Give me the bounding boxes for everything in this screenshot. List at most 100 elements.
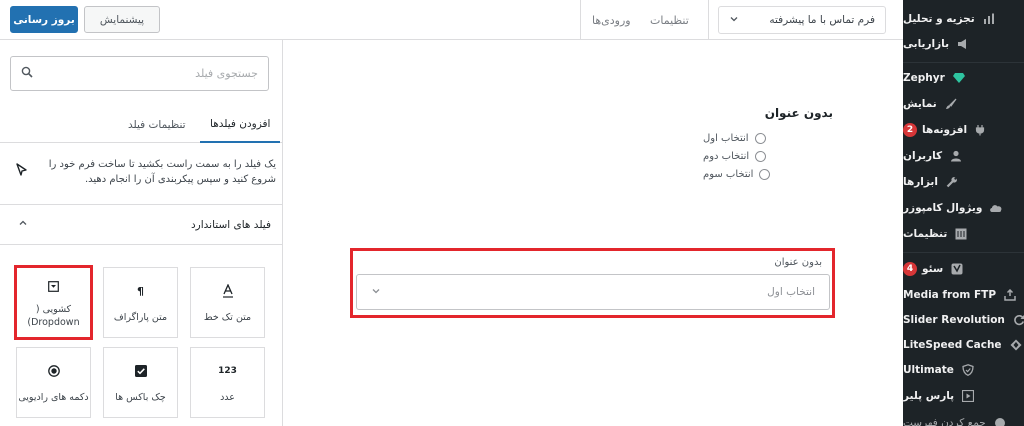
sidebar-item-visual-composer[interactable]: ویژوال کامپوزر xyxy=(903,196,1024,220)
sidebar-item-appearance[interactable]: نمایش xyxy=(903,92,1024,116)
field-card-single-line[interactable]: متن تک خط xyxy=(190,267,265,338)
sidebar-item-analytics[interactable]: تجزیه و تحلیل xyxy=(903,7,1024,31)
field-card-label: چک باکس ها xyxy=(115,392,166,403)
plugins-count-badge: 2 xyxy=(903,123,917,137)
radio-circle-icon xyxy=(755,150,767,162)
nav-entries-link[interactable]: ورودی‌ها xyxy=(592,0,631,40)
sidebar-item-users[interactable]: کاربران xyxy=(903,144,1024,168)
chevron-down-icon xyxy=(371,286,381,299)
field-card-label: عدد xyxy=(220,392,235,403)
chart-icon xyxy=(981,11,997,27)
sidebar-item-plugins[interactable]: افزونه‌ها 2 xyxy=(903,118,1024,142)
divider xyxy=(903,252,1024,253)
radio-option-label: انتخاب دوم xyxy=(703,150,750,162)
sidebar-item-slider-revolution[interactable]: Slider Revolution xyxy=(903,308,1024,332)
field-panel: جستجوی فیلد افزودن فیلدها تنظیمات فیلد ی… xyxy=(0,40,283,426)
sidebar-item-zephyr[interactable]: Zephyr xyxy=(903,66,1024,90)
admin-sidebar: تجزیه و تحلیل بازاریابی Zephyr نمایش افز… xyxy=(903,0,1024,426)
sidebar-item-marketing[interactable]: بازاریابی xyxy=(903,32,1024,56)
section-title: فیلد های استاندارد xyxy=(191,218,271,231)
tab-add-fields[interactable]: افزودن فیلدها xyxy=(200,107,281,143)
search-placeholder: جستجوی فیلد xyxy=(195,67,258,80)
sidebar-item-label: Slider Revolution xyxy=(903,314,1005,326)
sidebar-item-ultimate[interactable]: Ultimate xyxy=(903,358,1024,382)
field-card-label: متن تک خط xyxy=(203,312,252,323)
field-card-label: دکمه های رادیویی xyxy=(18,392,89,403)
sidebar-item-label: LiteSpeed Cache xyxy=(903,339,1002,351)
chevron-down-icon xyxy=(729,14,739,27)
sidebar-item-label: پارس پلیر xyxy=(903,390,955,402)
sidebar-item-label: Ultimate xyxy=(903,364,954,376)
hint-box: یک فیلد را به سمت راست بکشید تا ساخت فرم… xyxy=(0,143,283,205)
radio-option[interactable]: انتخاب اول xyxy=(703,130,833,146)
diamond-outline-icon xyxy=(1008,337,1024,353)
radio-circle-icon xyxy=(759,168,771,180)
sidebar-item-label: کاربران xyxy=(903,150,943,162)
settings-icon xyxy=(953,226,969,242)
sidebar-item-label: نمایش xyxy=(903,98,937,110)
dropdown-field-block[interactable]: بدون عنوان انتخاب اول xyxy=(350,248,835,318)
dropdown-icon xyxy=(48,277,59,297)
diamond-icon xyxy=(951,70,967,86)
top-toolbar: بروز رسانی پیشنمایش ورودی‌ها تنظیمات فرم… xyxy=(0,0,903,40)
sidebar-item-label: ابزارها xyxy=(903,176,938,188)
form-canvas: بدون عنوان انتخاب اول انتخاب دوم انتخاب … xyxy=(283,40,903,426)
divider xyxy=(580,0,581,40)
upload-icon xyxy=(1002,287,1018,303)
checkbox-icon xyxy=(134,361,147,381)
collapse-icon xyxy=(992,415,1008,426)
yoast-icon xyxy=(949,261,965,277)
radio-icon xyxy=(47,361,60,381)
paragraph-icon: ¶ xyxy=(137,284,144,298)
field-card-dropdown[interactable]: کشویی ( Dropdown) xyxy=(14,265,93,340)
sidebar-item-label: بازاریابی xyxy=(903,38,950,50)
text-a-icon xyxy=(222,281,234,301)
chevron-up-icon xyxy=(18,218,28,231)
divider xyxy=(903,62,1024,63)
divider xyxy=(708,0,709,40)
radio-option[interactable]: انتخاب دوم xyxy=(703,148,833,164)
field-search-input[interactable]: جستجوی فیلد xyxy=(10,56,269,91)
sidebar-item-litespeed-cache[interactable]: LiteSpeed Cache xyxy=(903,333,1024,357)
form-selector-value: فرم تماس با ما پیشرفته xyxy=(769,14,875,26)
refresh-icon xyxy=(1011,312,1024,328)
dropdown-select[interactable]: انتخاب اول xyxy=(356,274,830,310)
sidebar-item-label: افزونه‌ها xyxy=(922,124,968,136)
sidebar-item-label: جمع کردن فهرست xyxy=(903,417,986,426)
sidebar-item-tools[interactable]: ابزارها xyxy=(903,170,1024,194)
radio-circle-icon xyxy=(754,132,766,144)
megaphone-icon xyxy=(955,36,971,52)
shield-icon xyxy=(960,362,976,378)
sidebar-item-label: Media from FTP xyxy=(903,289,997,301)
field-card-label: متن پاراگراف xyxy=(113,312,168,323)
form-selector[interactable]: فرم تماس با ما پیشرفته xyxy=(718,6,886,34)
sidebar-item-collapse[interactable]: جمع کردن فهرست xyxy=(903,411,1024,426)
field-card-number[interactable]: 123 عدد xyxy=(190,347,265,418)
play-icon xyxy=(960,388,976,404)
user-icon xyxy=(948,148,964,164)
radio-option[interactable]: انتخاب سوم xyxy=(703,166,833,182)
tab-field-settings[interactable]: تنظیمات فیلد xyxy=(118,107,196,143)
preview-button[interactable]: پیشنمایش xyxy=(84,6,160,33)
field-card-paragraph[interactable]: ¶ متن پاراگراف xyxy=(103,267,178,338)
dropdown-field-label: بدون عنوان xyxy=(774,257,822,268)
search-icon xyxy=(21,66,33,81)
cloud-icon xyxy=(988,200,1004,216)
publish-button[interactable]: بروز رسانی xyxy=(10,6,78,33)
standard-fields-header[interactable]: فیلد های استاندارد xyxy=(0,205,283,245)
field-card-checkboxes[interactable]: چک باکس ها xyxy=(103,347,178,418)
radio-option-label: انتخاب اول xyxy=(703,132,749,144)
sidebar-item-seo[interactable]: سئو 4 xyxy=(903,257,1024,281)
cursor-pointer-icon xyxy=(16,163,28,180)
sidebar-item-label: تجزیه و تحلیل xyxy=(903,13,975,25)
sidebar-item-label: ویژوال کامپوزر xyxy=(903,202,983,214)
brush-icon xyxy=(943,96,959,112)
number-icon: 123 xyxy=(218,365,237,376)
sidebar-item-media-from-ftp[interactable]: Media from FTP xyxy=(903,283,1024,307)
sidebar-item-settings[interactable]: تنظیمات xyxy=(903,222,1024,246)
field-card-radio[interactable]: دکمه های رادیویی xyxy=(16,347,91,418)
sidebar-item-pars-player[interactable]: پارس پلیر xyxy=(903,384,1024,408)
nav-settings-link[interactable]: تنظیمات xyxy=(650,0,689,40)
seo-count-badge: 4 xyxy=(903,262,917,276)
plug-icon xyxy=(973,122,989,138)
